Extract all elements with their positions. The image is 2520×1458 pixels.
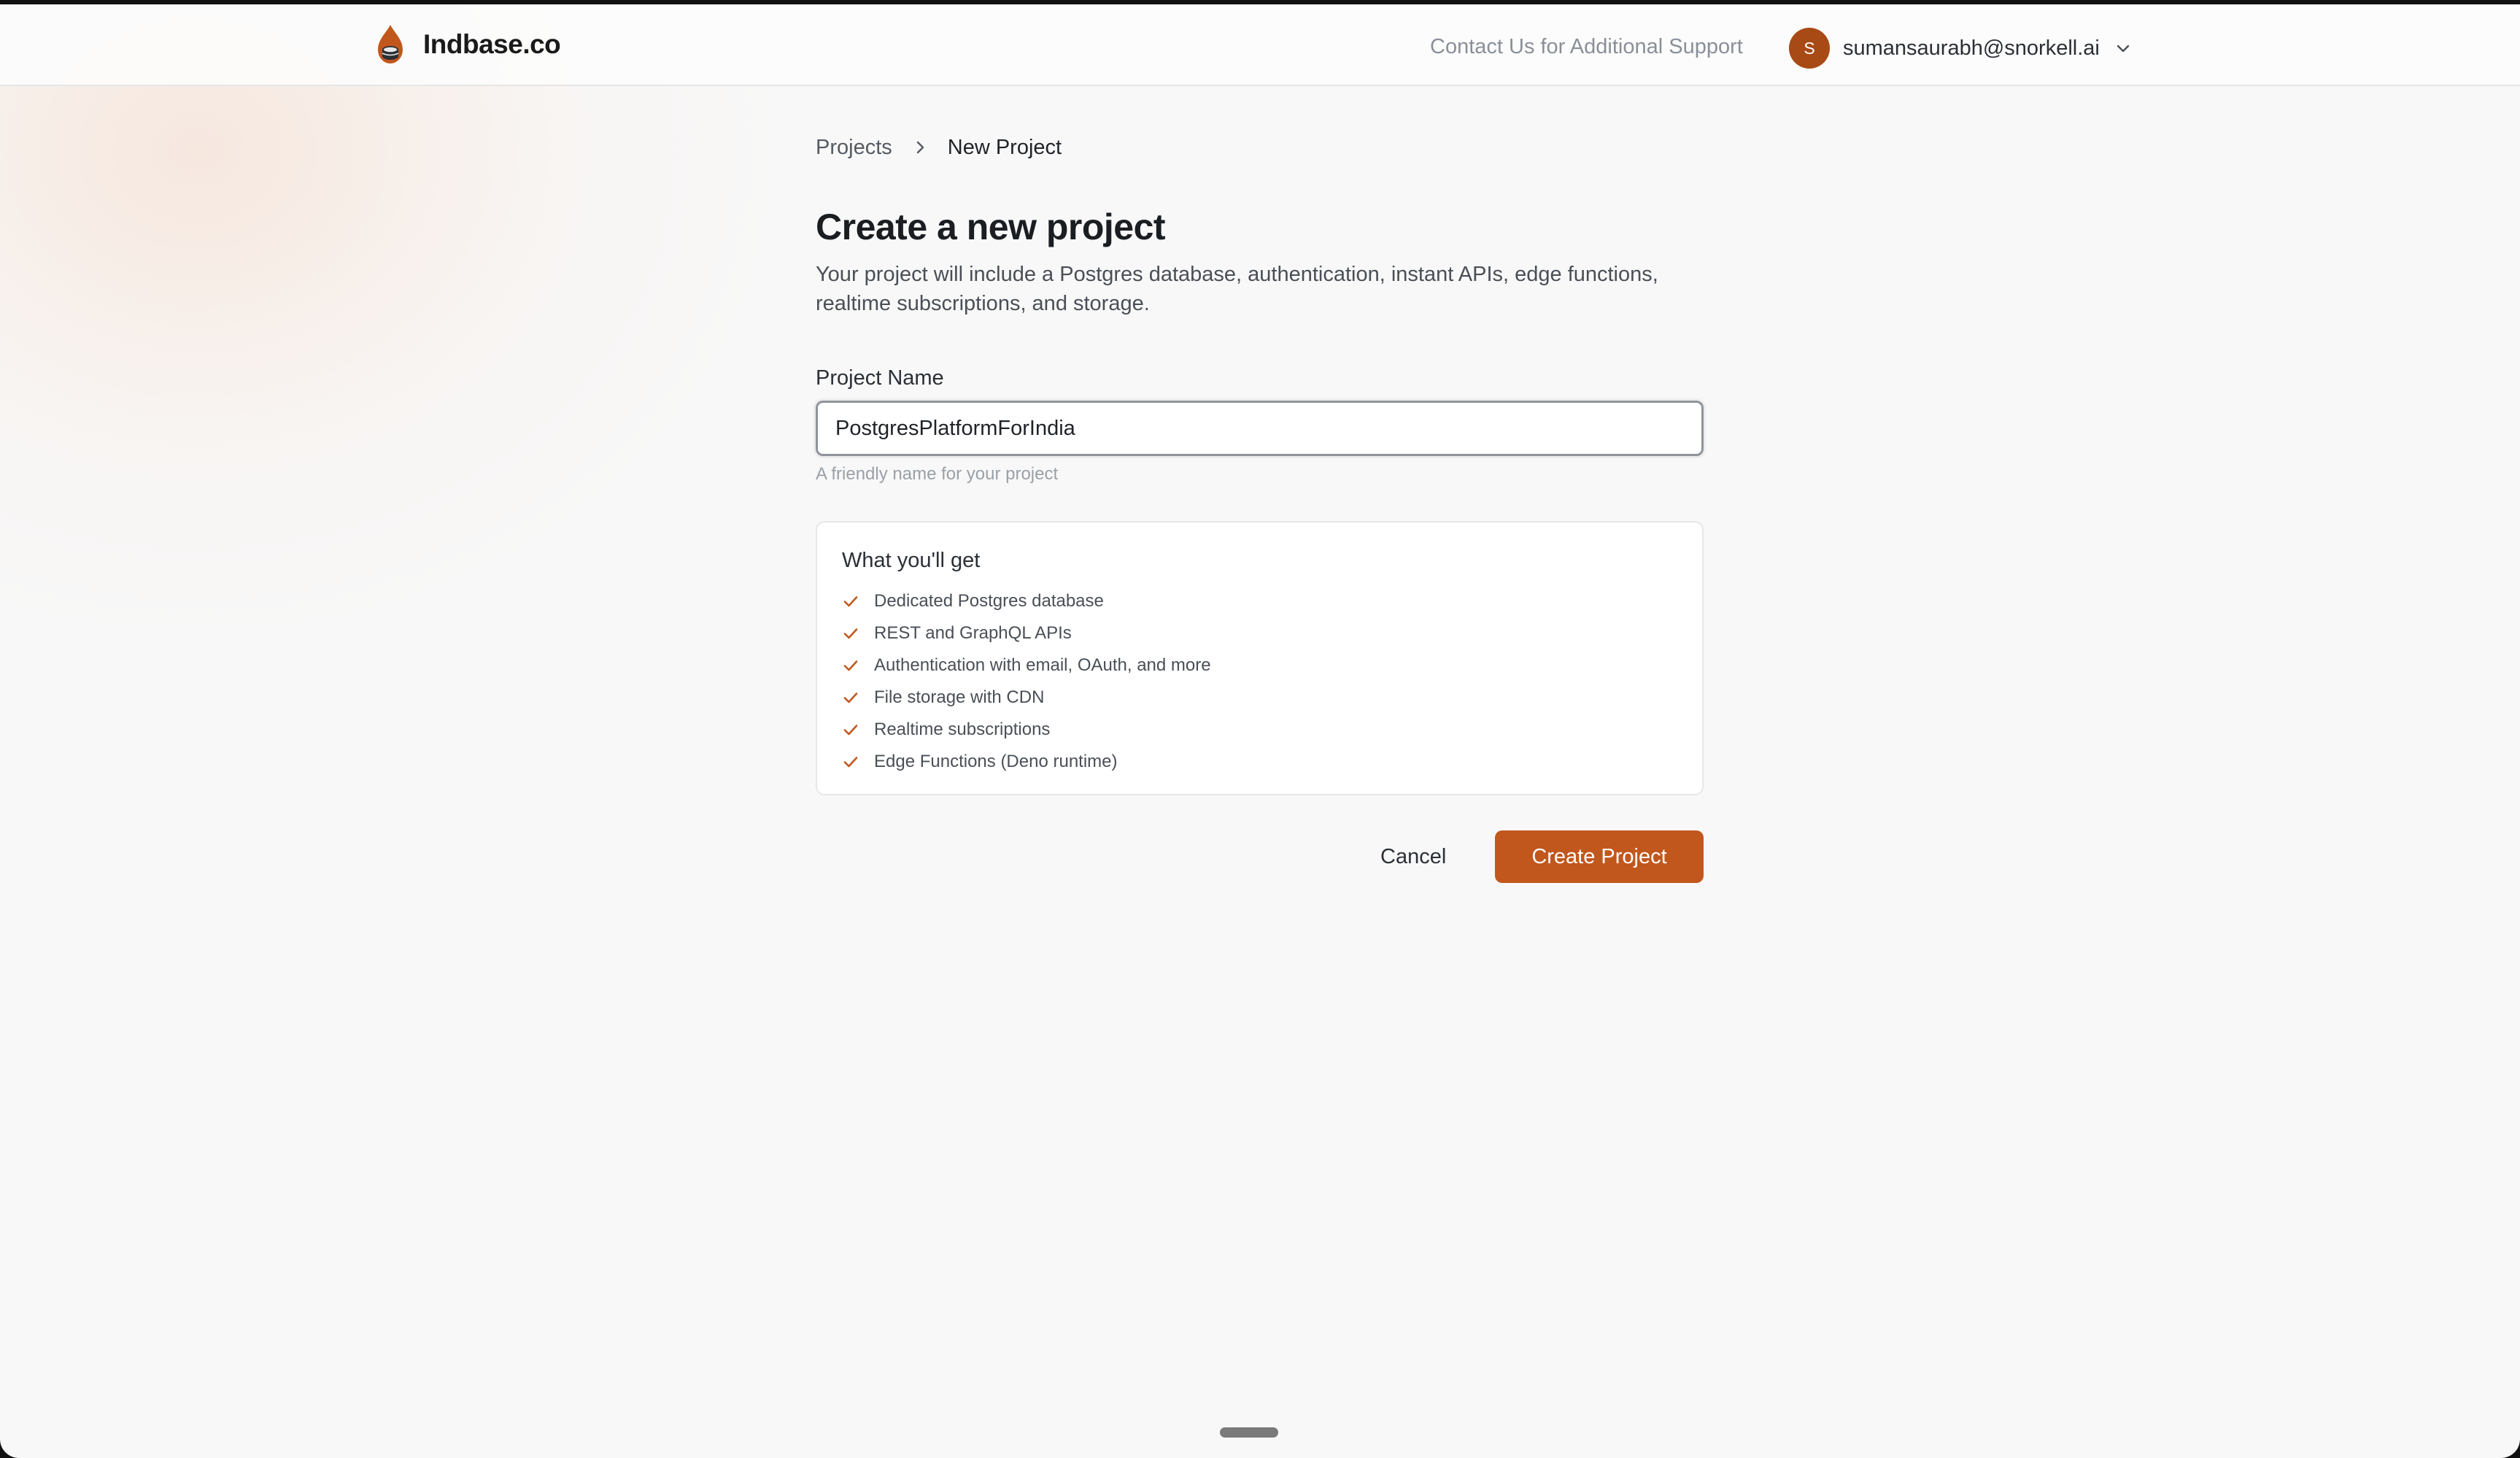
app-window: Indbase.co Contact Us for Additional Sup… bbox=[0, 4, 2520, 1458]
list-item: Realtime subscriptions bbox=[842, 714, 1211, 746]
check-icon bbox=[843, 660, 858, 671]
feature-label: REST and GraphQL APIs bbox=[874, 623, 1072, 643]
page-title: Create a new project bbox=[816, 207, 1166, 247]
user-menu[interactable]: S sumansaurabh@snorkell.ai bbox=[1789, 28, 2132, 69]
chevron-right-icon bbox=[916, 141, 924, 154]
check-icon bbox=[843, 628, 858, 639]
feature-label: Edge Functions (Deno runtime) bbox=[874, 752, 1118, 771]
features-card: What you'll get Dedicated Postgres datab… bbox=[816, 521, 1704, 795]
feature-list: Dedicated Postgres database REST and Gra… bbox=[842, 585, 1211, 778]
create-project-form: Projects New Project Create a new projec… bbox=[816, 133, 1704, 883]
check-icon bbox=[843, 725, 858, 736]
page-description: Your project will include a Postgres dat… bbox=[816, 263, 1658, 315]
feature-label: Realtime subscriptions bbox=[874, 720, 1051, 739]
brand[interactable]: Indbase.co bbox=[372, 25, 561, 63]
check-icon bbox=[843, 693, 858, 703]
list-item: REST and GraphQL APIs bbox=[842, 617, 1211, 649]
user-email: sumansaurabh@snorkell.ai bbox=[1843, 36, 2100, 60]
contact-support-link[interactable]: Contact Us for Additional Support bbox=[1430, 35, 1743, 59]
feature-label: File storage with CDN bbox=[874, 687, 1045, 707]
breadcrumb: Projects New Project bbox=[816, 133, 1704, 162]
chevron-down-icon bbox=[2117, 45, 2130, 53]
feature-label: Authentication with email, OAuth, and mo… bbox=[874, 655, 1211, 675]
feature-label: Dedicated Postgres database bbox=[874, 591, 1104, 611]
home-indicator bbox=[1220, 1427, 1278, 1438]
brand-name: Indbase.co bbox=[423, 29, 561, 59]
list-item: Dedicated Postgres database bbox=[842, 585, 1211, 617]
background-glow bbox=[0, 4, 766, 625]
check-icon bbox=[843, 596, 858, 607]
list-item: File storage with CDN bbox=[842, 682, 1211, 714]
check-icon bbox=[843, 757, 858, 768]
flame-logo-icon bbox=[378, 25, 403, 63]
breadcrumb-current: New Project bbox=[947, 135, 1062, 159]
project-name-hint: A friendly name for your project bbox=[816, 464, 1059, 484]
create-project-button[interactable]: Create Project bbox=[1495, 830, 1704, 883]
list-item: Authentication with email, OAuth, and mo… bbox=[842, 649, 1211, 682]
cancel-button[interactable]: Cancel bbox=[1366, 830, 1461, 883]
project-name-input[interactable] bbox=[816, 401, 1704, 456]
list-item: Edge Functions (Deno runtime) bbox=[842, 746, 1211, 778]
top-navigation-bar: Indbase.co Contact Us for Additional Sup… bbox=[0, 4, 2520, 86]
features-title: What you'll get bbox=[842, 549, 981, 572]
breadcrumb-projects-link[interactable]: Projects bbox=[816, 136, 892, 160]
avatar: S bbox=[1789, 28, 1830, 69]
project-name-label: Project Name bbox=[816, 366, 944, 390]
